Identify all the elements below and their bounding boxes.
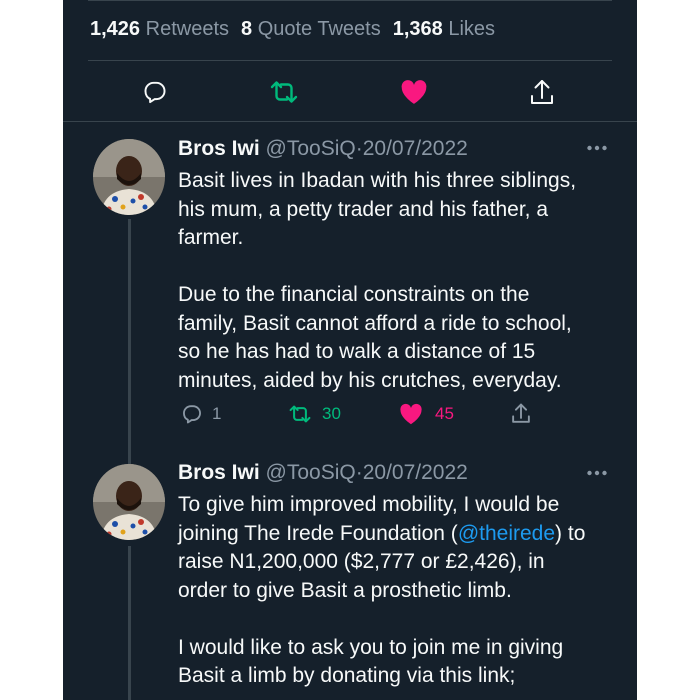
thread-line bbox=[128, 219, 131, 462]
author-handle[interactable]: @TooSiQ bbox=[266, 137, 356, 160]
author-handle[interactable]: @TooSiQ bbox=[266, 461, 356, 484]
thread-line bbox=[128, 440, 131, 464]
tweet-detail-screen: 1,426 Retweets 8 Quote Tweets 1,368 Likes … bbox=[63, 0, 637, 700]
divider bbox=[88, 60, 612, 61]
separator: · bbox=[355, 137, 363, 160]
tweet-header: Bros Iwi @TooSiQ·20/07/2022 bbox=[178, 137, 468, 161]
reply-icon bbox=[183, 405, 201, 424]
share-icon bbox=[531, 80, 553, 104]
avatar[interactable] bbox=[93, 464, 165, 540]
like-button[interactable]: 45 bbox=[399, 403, 454, 425]
likes-stat[interactable]: 1,368 Likes bbox=[393, 18, 495, 40]
author-name[interactable]: Bros Iwi bbox=[178, 461, 260, 484]
divider bbox=[88, 0, 612, 1]
mention-link[interactable]: @theirede bbox=[458, 522, 555, 545]
retweet-button[interactable]: 30 bbox=[287, 403, 341, 425]
retweet-button[interactable] bbox=[269, 78, 299, 106]
tweet-text: To give him improved mobility, I would b… bbox=[178, 493, 586, 687]
retweets-stat[interactable]: 1,426 Retweets bbox=[90, 18, 229, 40]
more-icon[interactable] bbox=[586, 468, 608, 478]
reply-icon bbox=[144, 81, 166, 104]
share-button[interactable] bbox=[510, 402, 532, 426]
tweet-date[interactable]: 20/07/2022 bbox=[363, 137, 468, 160]
reply-button[interactable] bbox=[142, 78, 168, 106]
engagement-stats: 1,426 Retweets 8 Quote Tweets 1,368 Likes bbox=[90, 18, 495, 41]
reply-count: 1 bbox=[212, 404, 222, 423]
retweet-icon bbox=[270, 81, 298, 103]
like-button[interactable] bbox=[399, 78, 429, 106]
share-icon bbox=[512, 403, 530, 423]
more-icon[interactable] bbox=[586, 143, 608, 153]
separator: · bbox=[355, 461, 363, 484]
tweet-header: Bros Iwi @TooSiQ·20/07/2022 bbox=[178, 461, 468, 485]
share-button[interactable] bbox=[528, 78, 556, 108]
thread-line bbox=[128, 546, 131, 700]
avatar[interactable] bbox=[93, 139, 165, 215]
tweet-date[interactable]: 20/07/2022 bbox=[363, 461, 468, 484]
divider bbox=[63, 121, 637, 122]
quote-tweets-stat[interactable]: 8 Quote Tweets bbox=[241, 18, 381, 40]
retweet-icon bbox=[289, 405, 311, 423]
reply-button[interactable]: 1 bbox=[181, 403, 221, 425]
author-name[interactable]: Bros Iwi bbox=[178, 137, 260, 160]
like-icon bbox=[400, 403, 422, 425]
tweet-text: Basit lives in Ibadan with his three sib… bbox=[178, 169, 577, 392]
like-count: 45 bbox=[435, 404, 454, 423]
like-icon bbox=[401, 80, 427, 104]
retweet-count: 30 bbox=[322, 404, 341, 423]
